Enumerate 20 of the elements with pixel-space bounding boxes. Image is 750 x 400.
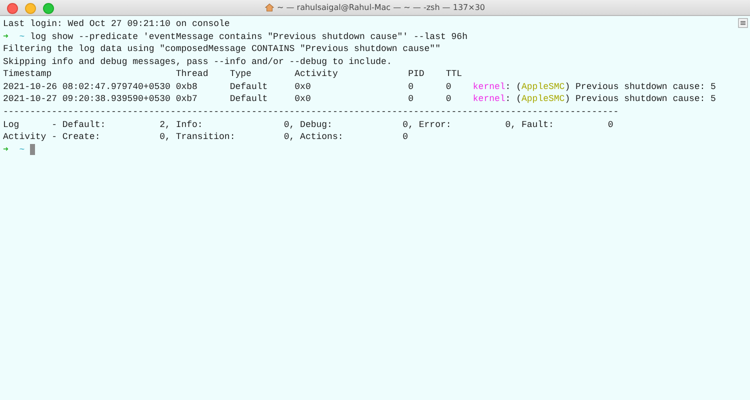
terminal-line: Log - Default: 2, Info: 0, Debug: 0, Error: 0, Fault: 0 — [3, 118, 614, 132]
log-entry: 2021-10-27 09:20:38.939590+0530 0xb7 Default 0x0 0 0 kernel: (AppleSMC) Previous shutdown cause: 5 — [3, 93, 716, 106]
window-title: ~ — rahulsaigal@Rahul-Mac — ~ — -zsh — 137×30 — [276, 3, 485, 12]
terminal-line: Filtering the log data using "composedMessage CONTAINS "Previous shutdown cause"" — [3, 43, 440, 56]
close-button[interactable] — [7, 3, 18, 14]
terminal-line: Last login: Wed Oct 27 09:21:10 on console — [3, 18, 230, 31]
prompt-directory: ~ — [19, 144, 25, 156]
terminal-line: ------------------------------------------------------------------------------------------------------------------ — [3, 106, 619, 118]
zoom-button[interactable] — [43, 3, 54, 14]
prompt-arrow: ➜ — [3, 144, 8, 156]
house-icon — [264, 3, 274, 12]
terminal-line: Skipping info and debug messages, pass --info and/or --debug to include. — [3, 56, 392, 68]
terminal-line: Activity - Create: 0, Transition: 0, Actions: 0 — [3, 131, 408, 144]
minimize-button[interactable] — [25, 3, 36, 14]
terminal-line: Timestamp Thread Type Activity PID TTL — [3, 68, 462, 81]
prompt-directory: ~ — [19, 30, 25, 44]
log-entry: 2021-10-26 08:02:47.979740+0530 0xb8 Default 0x0 0 0 kernel: (AppleSMC) Previous shutdown cause: 5 — [3, 80, 716, 94]
prompt-arrow: ➜ — [3, 30, 8, 44]
menu-icon[interactable] — [738, 18, 748, 28]
command-text: log show --predicate 'eventMessage contains "Previous shutdown cause"' --last 96h — [30, 30, 468, 44]
